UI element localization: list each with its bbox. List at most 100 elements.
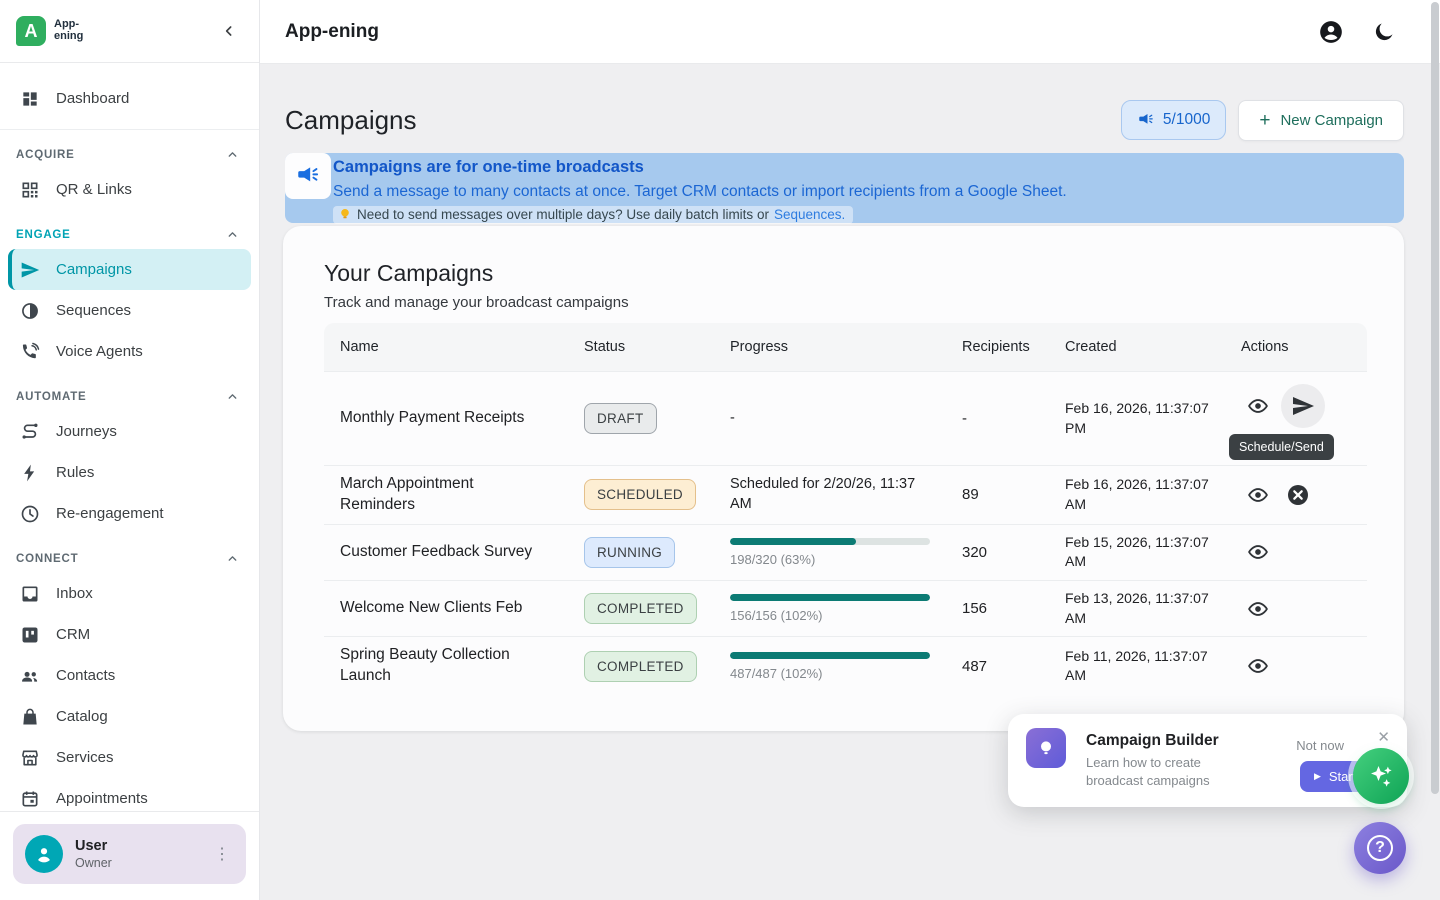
section-engage[interactable]: ENGAGE [0,210,259,249]
campaign-name: Welcome New Clients Feb [340,598,535,619]
sequences-icon [20,301,40,321]
sidebar-item-contacts[interactable]: Contacts [8,655,251,696]
sidebar-item-crm[interactable]: CRM [8,614,251,655]
created-value: Feb 16, 2026, 11:37:07 PM [1065,399,1209,438]
campaign-quota-badge[interactable]: 5/1000 [1121,100,1226,140]
sidebar-item-voice-agents[interactable]: Voice Agents [8,331,251,372]
topbar: App-ening [260,0,1440,64]
not-now-button[interactable]: Not now [1296,738,1344,753]
qr-icon [20,180,40,200]
sidebar-item-label: Sequences [56,302,131,319]
app-logo[interactable]: A App- ening [16,16,83,46]
section-automate[interactable]: AUTOMATE [0,372,259,411]
section-acquire[interactable]: ACQUIRE [0,130,259,169]
table-row: Customer Feedback Survey RUNNING 198/320… [324,524,1367,580]
storefront-icon [20,748,40,768]
clock-icon [20,504,40,524]
section-label: CONNECT [16,553,78,565]
sidebar-item-label: Campaigns [56,261,132,278]
sidebar-item-reengagement[interactable]: Re-engagement [8,493,251,534]
sidebar-item-rules[interactable]: Rules [8,452,251,493]
schedule-send-button[interactable] [1281,384,1325,428]
dark-mode-button[interactable] [1372,19,1398,45]
people-icon [20,666,40,686]
page-content: Campaigns 5/1000 + New Campaign Campaign… [260,97,1440,731]
column-recipients: Recipients [946,323,1049,372]
view-campaign-button[interactable] [1241,478,1275,512]
sidebar-item-services[interactable]: Services [8,737,251,778]
recipients-value: 156 [946,581,1049,637]
section-label: ACQUIRE [16,149,75,161]
schedule-send-tooltip: Schedule/Send [1229,434,1334,460]
view-campaign-button[interactable] [1241,389,1275,423]
sidebar-collapse-button[interactable] [217,19,241,43]
view-campaign-button[interactable] [1241,592,1275,626]
created-value: Feb 13, 2026, 11:37:07 AM [1065,589,1209,628]
chevron-up-icon [226,390,239,403]
bag-icon [20,707,40,727]
sidebar-item-qr-links[interactable]: QR & Links [8,169,251,210]
column-created: Created [1049,323,1225,372]
status-badge: DRAFT [584,403,657,434]
promo-body-line2: broadcast campaigns [1086,773,1210,788]
help-fab[interactable]: ? [1354,822,1406,874]
campaign-name: Customer Feedback Survey [340,542,535,563]
promo-body: Learn how to create broadcast campaigns [1086,754,1246,790]
banner-body-text: Send a message to many contacts at once.… [333,180,1404,204]
ai-assistant-fab[interactable] [1353,748,1409,804]
section-label: AUTOMATE [16,391,87,403]
sidebar-item-label: Inbox [56,585,93,602]
sidebar-item-label: Catalog [56,708,108,725]
kanban-icon [20,625,40,645]
play-icon: ▶ [1314,771,1321,782]
table-row: March Appointment Reminders SCHEDULED Sc… [324,466,1367,525]
account-button[interactable] [1318,19,1344,45]
sidebar-item-catalog[interactable]: Catalog [8,696,251,737]
status-badge: SCHEDULED [584,479,696,510]
sidebar-item-appointments[interactable]: Appointments [8,778,251,811]
progress-text: Scheduled for 2/20/26, 11:37 AM [730,475,930,514]
eye-icon [1247,484,1269,506]
created-value: Feb 15, 2026, 11:37:07 AM [1065,533,1209,572]
view-campaign-button[interactable] [1241,535,1275,569]
banner-icon-box [285,153,331,199]
view-campaign-button[interactable] [1241,649,1275,683]
user-menu-button[interactable]: ⋮ [208,840,236,868]
quota-text: 5/1000 [1163,111,1210,129]
progress-bar-fill [730,594,930,601]
sidebar-item-dashboard[interactable]: Dashboard [8,78,251,119]
column-progress: Progress [714,323,946,372]
send-icon [20,260,40,280]
section-connect[interactable]: CONNECT [0,534,259,573]
inbox-icon [20,584,40,604]
sidebar-item-campaigns[interactable]: Campaigns [8,249,251,290]
sidebar-item-inbox[interactable]: Inbox [8,573,251,614]
sidebar-item-journeys[interactable]: Journeys [8,411,251,452]
campaign-builder-popup: Campaign Builder Learn how to create bro… [1008,714,1407,807]
megaphone-icon [1137,111,1155,129]
campaign-name: Monthly Payment Receipts [340,408,535,429]
user-card[interactable]: User Owner ⋮ [13,824,246,884]
sidebar-item-label: CRM [56,626,90,643]
progress-bar-fill [730,652,930,659]
sidebar-item-sequences[interactable]: Sequences [8,290,251,331]
eye-icon [1247,655,1269,677]
app-logo-text: App- ening [54,19,83,42]
chevron-up-icon [226,552,239,565]
close-icon[interactable]: ✕ [1373,726,1394,748]
cancel-campaign-button[interactable] [1281,478,1315,512]
lightning-icon [20,463,40,483]
campaign-name: Spring Beauty Collection Launch [340,645,535,687]
app-logo-icon: A [16,16,46,46]
progress-label: 487/487 (102%) [730,666,930,681]
table-row: Spring Beauty Collection Launch COMPLETE… [324,637,1367,695]
page-title: Campaigns [285,105,417,136]
eye-icon [1247,541,1269,563]
logo-line2: ening [54,31,83,43]
column-status: Status [568,323,714,372]
sequences-link[interactable]: Sequences. [774,207,845,222]
scrollbar-thumb[interactable] [1431,2,1439,794]
new-campaign-button[interactable]: + New Campaign [1238,100,1404,141]
campaigns-table: Name Status Progress Recipients Created … [324,323,1367,695]
progress-bar [730,594,930,601]
